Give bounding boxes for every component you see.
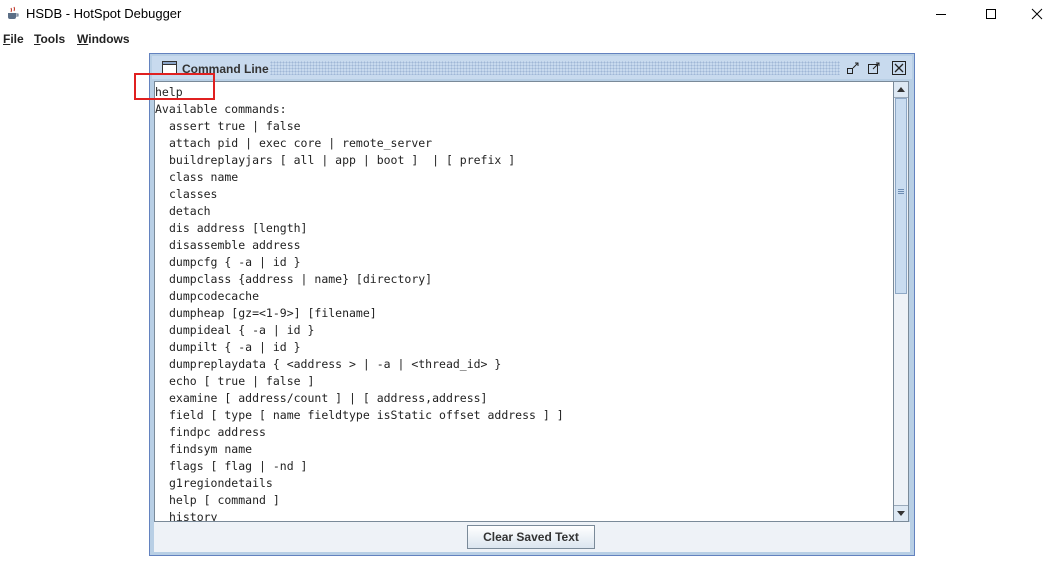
console-line: class name xyxy=(169,170,239,184)
maximize-icon xyxy=(986,9,996,19)
console-line: buildreplayjars [ all | app | boot ] | [… xyxy=(169,153,516,167)
console-line: classes xyxy=(169,187,218,201)
command-line-title-bar[interactable]: Command Line xyxy=(152,56,912,79)
menu-tools-label: ools xyxy=(40,32,66,46)
close-button[interactable] xyxy=(1014,0,1056,28)
java-cup-icon xyxy=(6,6,20,20)
clear-saved-text-button[interactable]: Clear Saved Text xyxy=(467,525,595,549)
window-frame-icon xyxy=(162,61,177,74)
command-output-textarea[interactable]: help Available commands: assert true | fal… xyxy=(154,81,894,522)
menu-bar: File Tools Windows xyxy=(0,30,1056,50)
menu-file[interactable]: File xyxy=(3,32,24,46)
console-line: detach xyxy=(169,204,211,218)
vertical-scrollbar[interactable] xyxy=(893,81,909,522)
console-line: dumpheap [gz=<1-9>] [filename] xyxy=(169,306,377,320)
console-line: dumpilt { -a | id } xyxy=(169,340,301,354)
console-line: dumpcodecache xyxy=(169,289,260,303)
window-title: HSDB - HotSpot Debugger xyxy=(26,6,182,21)
arrow-down-icon xyxy=(897,511,905,516)
console-line: echo [ true | false ] xyxy=(169,374,315,388)
console-line: disassemble address xyxy=(169,238,301,252)
thumb-grip xyxy=(898,189,904,190)
arrow-up-icon xyxy=(897,87,905,92)
console-line: findpc address xyxy=(169,425,266,439)
menu-tools[interactable]: Tools xyxy=(34,32,65,46)
command-line-title: Command Line xyxy=(182,62,269,76)
console-line: help [ command ] xyxy=(169,493,280,507)
console-line: dumpideal { -a | id } xyxy=(169,323,315,337)
console-line: field [ type [ name fieldtype isStatic o… xyxy=(169,408,564,422)
console-line: g1regiondetails xyxy=(169,476,273,490)
minimize-button[interactable] xyxy=(918,0,964,28)
minimize-icon xyxy=(936,14,946,15)
close-icon xyxy=(1031,8,1043,20)
console-line: dumpclass {address | name} [directory] xyxy=(169,272,433,286)
console-line: flags [ flag | -nd ] xyxy=(169,459,308,473)
console-line: assert true | false xyxy=(169,119,301,133)
console-line: dumpcfg { -a | id } xyxy=(169,255,301,269)
button-panel: Clear Saved Text xyxy=(154,522,910,552)
title-bar-texture xyxy=(270,61,840,75)
console-line: history xyxy=(169,510,218,522)
iconify-icon[interactable] xyxy=(846,61,860,75)
menu-windows-label: indows xyxy=(88,32,130,46)
console-line: Available commands: xyxy=(155,102,287,116)
scroll-up-button[interactable] xyxy=(894,82,908,98)
maximize-frame-icon[interactable] xyxy=(867,61,881,75)
scroll-down-button[interactable] xyxy=(894,505,908,521)
console-lines: help Available commands: assert true | fal… xyxy=(155,82,893,522)
console-line: dumpreplaydata { <address > | -a | <thre… xyxy=(169,357,502,371)
thumb-grip xyxy=(898,191,904,192)
scroll-thumb[interactable] xyxy=(895,98,907,294)
maximize-button[interactable] xyxy=(968,0,1014,28)
window-title-bar: HSDB - HotSpot Debugger xyxy=(0,0,1056,30)
menu-file-label: ile xyxy=(10,32,24,46)
close-frame-icon[interactable] xyxy=(892,61,906,75)
thumb-grip xyxy=(898,193,904,194)
console-line: dis address [length] xyxy=(169,221,308,235)
console-line: attach pid | exec core | remote_server xyxy=(169,136,433,150)
console-line: examine [ address/count ] | [ address,ad… xyxy=(169,391,488,405)
menu-windows-mnemonic: W xyxy=(77,32,89,46)
menu-windows[interactable]: Windows xyxy=(77,32,130,46)
command-input-line: help xyxy=(155,85,183,99)
console-line: findsym name xyxy=(169,442,253,456)
